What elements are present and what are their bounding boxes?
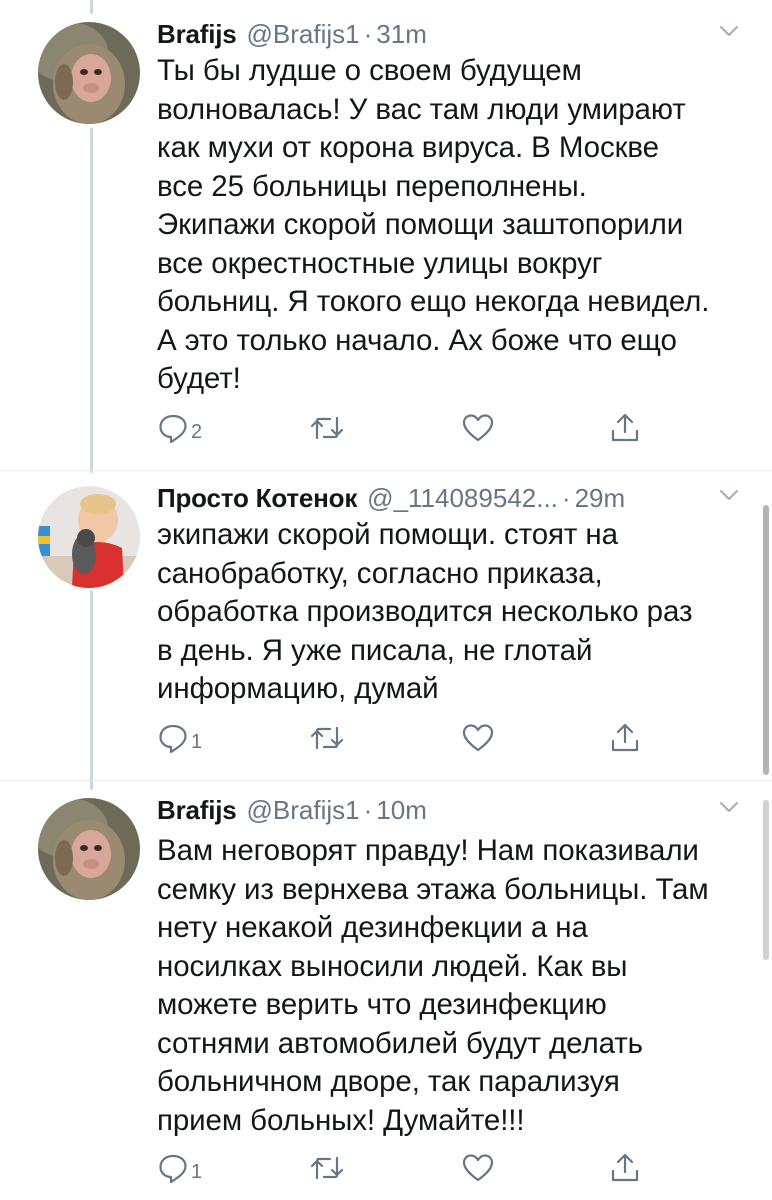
tweet-text-line: экипажи скорой помощи. стоят на xyxy=(157,518,618,551)
tweet-text: Ты бы лудше о своем будущем волновалась!… xyxy=(157,52,709,399)
tweet-1[interactable]: Brafijs @Brafijs1 · 31m Ты бы лудше о св… xyxy=(0,14,772,474)
user-avatar[interactable] xyxy=(38,798,140,900)
tweet-text-line: носилках выносили людей. Как вы xyxy=(157,949,628,983)
reply-icon xyxy=(159,724,187,754)
reply-count: 1 xyxy=(191,1160,203,1183)
heart-icon xyxy=(462,724,494,752)
author-name[interactable]: Brafijs xyxy=(157,19,237,50)
reply-button[interactable]: 2 xyxy=(157,410,202,446)
author-handle[interactable]: @Brafijs1 xyxy=(247,19,360,50)
retweet-icon xyxy=(310,1156,344,1180)
share-icon xyxy=(611,413,639,442)
tweet-header: Просто Котенок @_114089542... · 29m xyxy=(157,478,625,518)
tweet-text-line: можете верить что дезинфекцию xyxy=(157,988,607,1021)
separator-dot: · xyxy=(363,18,373,49)
share-button[interactable] xyxy=(609,1150,641,1186)
author-handle[interactable]: @_114089542... xyxy=(367,483,558,514)
reply-count: 2 xyxy=(191,420,203,443)
like-button[interactable] xyxy=(461,720,495,756)
tweet-text-line: в день. Я уже писала, не глотай xyxy=(157,633,593,667)
tweet-text-line: сотнями автомобилей будут делать xyxy=(157,1026,643,1060)
tweet-text-line: будет! xyxy=(157,362,241,395)
tweet-header: Brafijs @Brafijs1 · 10m xyxy=(157,790,427,830)
reply-count: 1 xyxy=(191,730,203,753)
tweet-actions: 1 xyxy=(157,1150,657,1186)
author-handle[interactable]: @Brafijs1 xyxy=(247,795,360,826)
tweet-text-line: больниц. Я токого ещо некогда невидел. xyxy=(157,285,710,318)
tweet-2[interactable]: Просто Котенок @_114089542... · 29m экип… xyxy=(0,478,772,788)
retweet-button[interactable] xyxy=(309,720,345,756)
tweet-text-line: информацию, думай xyxy=(157,672,439,705)
tweet-actions: 1 xyxy=(157,720,657,756)
heart-icon xyxy=(462,414,494,442)
tweet-text-line: все 25 больницы переполнены. xyxy=(157,169,587,203)
reply-button[interactable]: 1 xyxy=(157,720,202,756)
like-button[interactable] xyxy=(461,1150,495,1186)
tweet-text-line: А это только начало. Ах боже что ещо xyxy=(157,323,677,357)
tweet-text-line: прием больных! Думайте!!! xyxy=(157,1103,525,1137)
tweet-text-line: Вам неговорят правду! Нам показивали xyxy=(157,834,699,867)
share-icon xyxy=(611,723,639,752)
scrollbar-thumb[interactable] xyxy=(763,800,769,960)
tweet-text-line: все окрестностные улицы вокруг xyxy=(157,246,603,280)
tweet-text-line: обработка производится несколько раз xyxy=(157,595,693,628)
timestamp[interactable]: 31m xyxy=(376,19,427,50)
retweet-button[interactable] xyxy=(309,1150,345,1186)
like-button[interactable] xyxy=(461,410,495,446)
tweet-separator xyxy=(0,780,772,781)
retweet-icon xyxy=(310,416,344,440)
share-icon xyxy=(611,1153,639,1182)
author-name[interactable]: Просто Котенок xyxy=(157,483,357,514)
tweet-actions: 2 xyxy=(157,410,657,446)
timestamp[interactable]: 29m xyxy=(575,483,626,514)
tweet-text: Вам неговорят правду! Нам показивали сем… xyxy=(157,832,709,1140)
tweet-header: Brafijs @Brafijs1 · 31m xyxy=(157,14,427,54)
tweet-3[interactable]: Brafijs @Brafijs1 · 10m Вам неговорят пр… xyxy=(0,790,772,1200)
thread-line-top xyxy=(90,0,93,14)
tweet-text-line: волновалась! У вас там люди умирают xyxy=(157,92,686,126)
separator-dot: · xyxy=(561,482,571,513)
user-avatar[interactable] xyxy=(38,22,140,124)
tweet-text-line: как мухи от корона вируса. В Москве xyxy=(157,131,659,164)
separator-dot: · xyxy=(363,794,373,825)
tweet-text-line: санобработку, согласно приказа, xyxy=(157,556,603,590)
tweet-text-line: Ты бы лудше о своем будущем xyxy=(157,54,582,87)
share-button[interactable] xyxy=(609,410,641,446)
tweet-text-line: Экипажи скорой помощи заштопорили xyxy=(157,208,684,241)
monkey-avatar xyxy=(38,798,140,900)
child-with-cat-avatar xyxy=(38,486,140,588)
tweet-text-line: больничном дворе, так парализуя xyxy=(157,1065,620,1098)
tweet-text-line: семку из вернхева этажа больницы. Там xyxy=(157,872,709,906)
retweet-icon xyxy=(310,726,344,750)
reply-icon xyxy=(159,414,187,444)
author-name[interactable]: Brafijs xyxy=(157,795,237,826)
chevron-down-icon[interactable] xyxy=(716,482,742,508)
scrollbar-thumb[interactable] xyxy=(763,505,769,775)
heart-icon xyxy=(462,1154,494,1182)
monkey-avatar xyxy=(38,22,140,124)
reply-button[interactable]: 1 xyxy=(157,1150,202,1186)
chevron-down-icon[interactable] xyxy=(716,794,742,820)
share-button[interactable] xyxy=(609,720,641,756)
tweet-text-line: нету некакой дезинфекции а на xyxy=(157,911,588,944)
tweet-separator xyxy=(0,470,772,471)
tweet-text: экипажи скорой помощи. стоят на санобраб… xyxy=(157,516,693,709)
timestamp[interactable]: 10m xyxy=(376,795,427,826)
user-avatar[interactable] xyxy=(38,486,140,588)
reply-icon xyxy=(159,1154,187,1184)
retweet-button[interactable] xyxy=(309,410,345,446)
chevron-down-icon[interactable] xyxy=(716,18,742,44)
